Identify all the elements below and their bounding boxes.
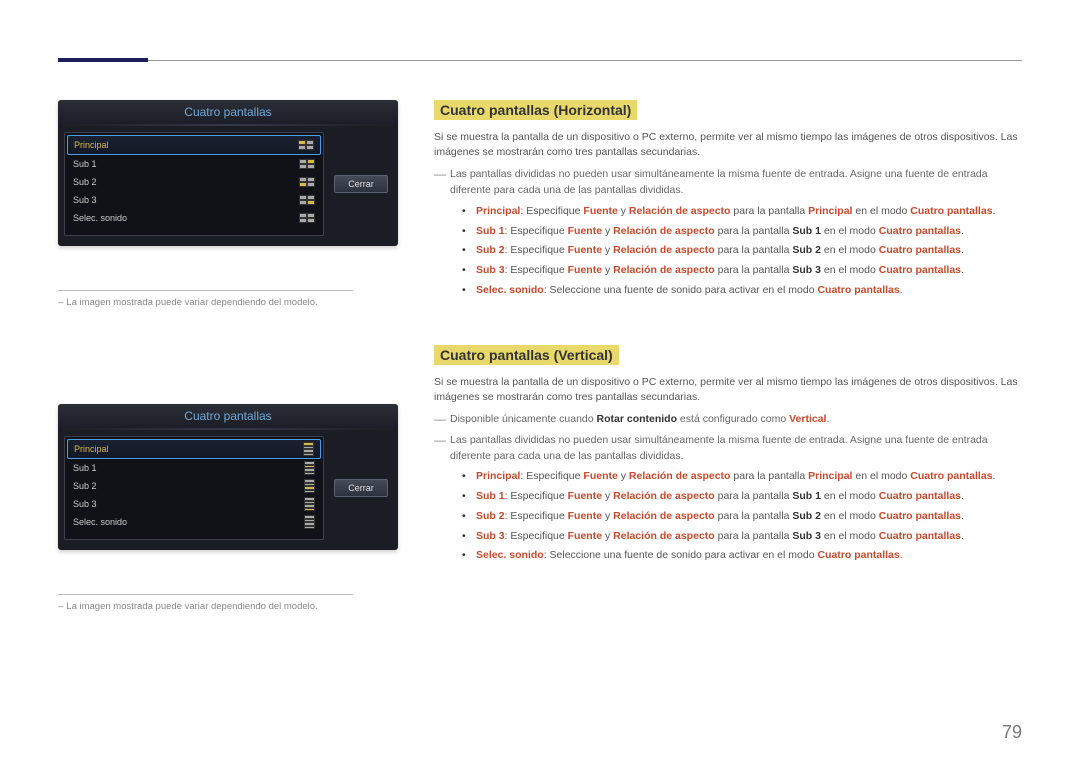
list-item: Sub 3: Especifique Fuente y Relación de …	[462, 263, 1022, 279]
list-item: Selec. sonido: Seleccione una fuente de …	[462, 283, 1022, 299]
osd-menu-item-sub2[interactable]: Sub 2	[67, 173, 321, 191]
osd-menu: Principal Sub 1 Sub 2 Sub 3	[64, 436, 324, 540]
layout-icon	[303, 442, 314, 456]
osd-close-label: Cerrar	[348, 483, 374, 493]
osd-menu-label: Sub 3	[73, 499, 97, 509]
osd-menu-label: Principal	[74, 444, 109, 454]
osd-title: Cuatro pantallas	[58, 100, 398, 124]
screenshot-caption: –La imagen mostrada puede variar dependi…	[58, 297, 398, 308]
osd-menu-item-sub1[interactable]: Sub 1	[67, 459, 321, 477]
osd-menu-label: Selec. sonido	[73, 517, 127, 527]
bullet-list: Principal: Especifique Fuente y Relación…	[462, 469, 1022, 564]
layout-icon	[299, 195, 315, 205]
list-item: Sub 2: Especifique Fuente y Relación de …	[462, 509, 1022, 525]
caption-divider	[58, 594, 353, 595]
osd-menu: Principal Sub 1 Sub 2 Sub 3	[64, 132, 324, 236]
layout-icon	[299, 159, 315, 169]
list-item: Sub 1: Especifique Fuente y Relación de …	[462, 224, 1022, 240]
layout-icon	[304, 515, 315, 529]
osd-close-button[interactable]: Cerrar	[334, 175, 388, 193]
osd-menu-label: Principal	[74, 140, 109, 150]
osd-close-label: Cerrar	[348, 179, 374, 189]
osd-menu-label: Sub 1	[73, 159, 97, 169]
section-horizontal: Cuatro pantallas (Horizontal) Si se mues…	[434, 100, 1022, 299]
layout-icon	[299, 213, 315, 223]
list-item: Principal: Especifique Fuente y Relación…	[462, 204, 1022, 220]
layout-icon	[304, 479, 315, 493]
section-note: ―Las pantallas divididas no pueden usar …	[434, 166, 1022, 197]
list-item: Sub 3: Especifique Fuente y Relación de …	[462, 529, 1022, 545]
osd-screenshot-horizontal: Cuatro pantallas Principal Sub 1 Sub 2	[58, 100, 398, 246]
section-heading: Cuatro pantallas (Horizontal)	[434, 100, 637, 120]
section-note: ―Las pantallas divididas no pueden usar …	[434, 432, 1022, 463]
osd-menu-item-sub3[interactable]: Sub 3	[67, 495, 321, 513]
osd-menu-item-principal[interactable]: Principal	[67, 135, 321, 155]
section-heading: Cuatro pantallas (Vertical)	[434, 345, 619, 365]
osd-menu-item-audio[interactable]: Selec. sonido	[67, 209, 321, 227]
section-intro: Si se muestra la pantalla de un disposit…	[434, 375, 1022, 405]
osd-menu-label: Sub 2	[73, 177, 97, 187]
osd-menu-label: Selec. sonido	[73, 213, 127, 223]
bullet-list: Principal: Especifique Fuente y Relación…	[462, 204, 1022, 299]
layout-icon	[304, 461, 315, 475]
list-item: Selec. sonido: Seleccione una fuente de …	[462, 548, 1022, 564]
layout-icon	[299, 177, 315, 187]
screenshot-caption: –La imagen mostrada puede variar dependi…	[58, 601, 398, 612]
section-intro: Si se muestra la pantalla de un disposit…	[434, 130, 1022, 160]
layout-icon	[298, 140, 314, 150]
osd-menu-label: Sub 3	[73, 195, 97, 205]
osd-close-button[interactable]: Cerrar	[334, 479, 388, 497]
list-item: Sub 1: Especifique Fuente y Relación de …	[462, 489, 1022, 505]
caption-divider	[58, 290, 353, 291]
osd-menu-item-principal[interactable]: Principal	[67, 439, 321, 459]
osd-menu-label: Sub 2	[73, 481, 97, 491]
osd-title: Cuatro pantallas	[58, 404, 398, 428]
section-vertical: Cuatro pantallas (Vertical) Si se muestr…	[434, 345, 1022, 564]
page-number: 79	[1002, 722, 1022, 743]
list-item: Principal: Especifique Fuente y Relación…	[462, 469, 1022, 485]
layout-icon	[304, 497, 315, 511]
list-item: Sub 2: Especifique Fuente y Relación de …	[462, 243, 1022, 259]
header-accent	[58, 58, 148, 62]
osd-menu-label: Sub 1	[73, 463, 97, 473]
osd-menu-item-sub2[interactable]: Sub 2	[67, 477, 321, 495]
osd-menu-item-sub1[interactable]: Sub 1	[67, 155, 321, 173]
section-availability: ―Disponible únicamente cuando Rotar cont…	[434, 411, 1022, 428]
osd-screenshot-vertical: Cuatro pantallas Principal Sub 1 S	[58, 404, 398, 550]
osd-menu-item-audio[interactable]: Selec. sonido	[67, 513, 321, 531]
osd-menu-item-sub3[interactable]: Sub 3	[67, 191, 321, 209]
header-rule	[58, 60, 1022, 61]
